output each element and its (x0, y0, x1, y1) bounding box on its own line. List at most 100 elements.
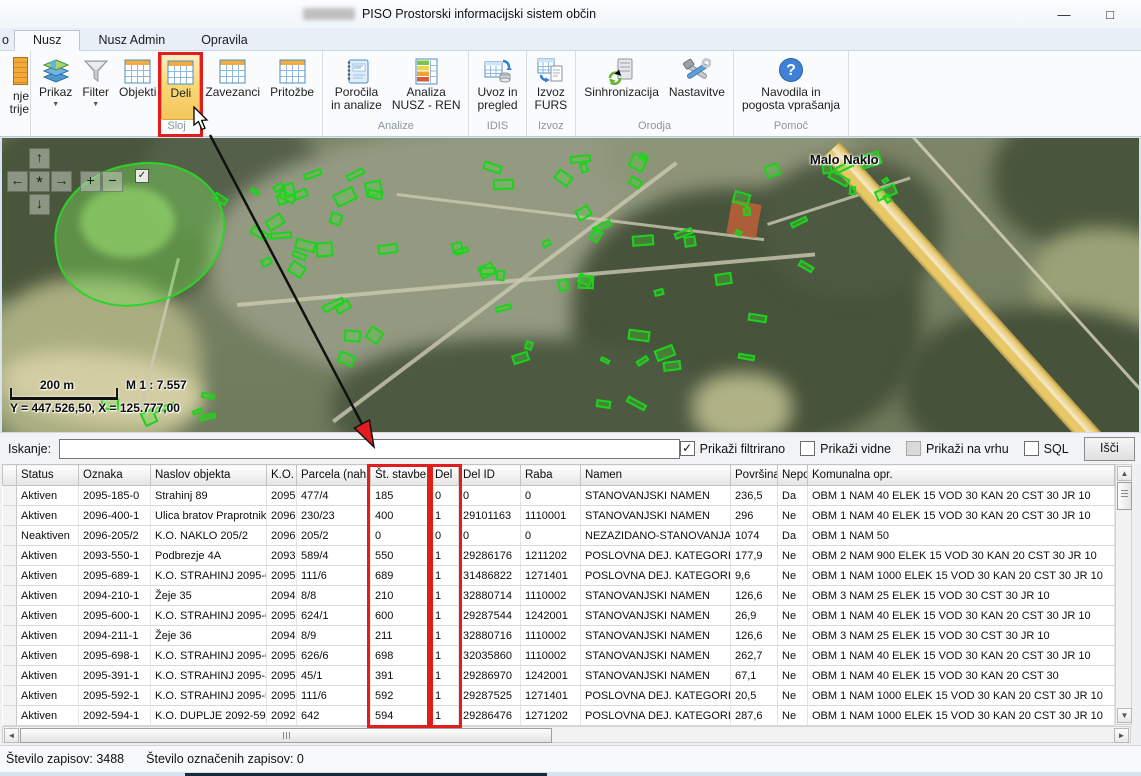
row-selector[interactable] (3, 526, 17, 546)
checkbox-prika-i-filtrirano[interactable]: ✓Prikaži filtrirano (680, 441, 785, 456)
maximize-button[interactable]: □ (1095, 4, 1125, 24)
row-selector[interactable] (3, 586, 17, 606)
tab-nusz-admin[interactable]: Nusz Admin (80, 31, 183, 50)
table-row[interactable]: Aktiven2095-600-1K.O. STRAHINJ 2095-6002… (3, 606, 1115, 626)
row-selector[interactable] (3, 666, 17, 686)
ribbon-button-prito-be[interactable]: Pritožbe (265, 54, 319, 120)
ribbon-button-zavezanci[interactable]: Zavezanci (200, 54, 265, 120)
checkbox-box[interactable] (1024, 441, 1039, 456)
table-cell: 1 (431, 646, 459, 666)
map-parcel (493, 179, 515, 191)
ribbon-clipped-button[interactable]: njetrije (0, 51, 31, 136)
field-patch (692, 373, 792, 432)
column-header-raba[interactable]: Raba (521, 465, 581, 486)
zoom-out-button[interactable]: − (102, 171, 123, 192)
table-row[interactable]: Aktiven2093-550-1Podbrezje 4A2093589/455… (3, 546, 1115, 566)
column-header-namen[interactable]: Namen (581, 465, 731, 486)
map-parcel (849, 186, 857, 195)
horizontal-scrollbar[interactable]: ◄ ► (2, 726, 1131, 743)
map-view[interactable]: Malo Naklo ↑←*→↓+− ✓ 200 m M 1 : 7.557 Y… (2, 138, 1139, 432)
table-cell: 211 (371, 626, 431, 646)
scroll-down-icon[interactable]: ▼ (1117, 708, 1132, 723)
ribbon-button-poro-ila-in-analize[interactable]: Poročilain analize (326, 54, 387, 120)
table-row[interactable]: Aktiven2095-391-1K.O. STRAHINJ 2095-3912… (3, 666, 1115, 686)
ribbon-button-uvoz-in-pregled[interactable]: Uvoz inpregled (472, 54, 522, 120)
ribbon-button-deli[interactable]: Deli (161, 54, 200, 120)
ribbon-button-izvoz-furs[interactable]: IzvozFURS (530, 54, 573, 120)
table-row[interactable]: Aktiven2095-698-1K.O. STRAHINJ 2095-6982… (3, 646, 1115, 666)
checkbox-box[interactable]: ✓ (680, 441, 695, 456)
column-header-komunalna-opr[interactable]: Komunalna opr. (808, 465, 1115, 486)
table-row[interactable]: Aktiven2095-689-1K.O. STRAHINJ 2095-6892… (3, 566, 1115, 586)
pan-left-button[interactable]: ← (7, 171, 28, 192)
table-cell: 600 (371, 606, 431, 626)
table-row[interactable]: Aktiven2096-400-1Ulica bratov Praprotnik… (3, 506, 1115, 526)
checkbox-box[interactable] (906, 441, 921, 456)
column-header-parcela-nah[interactable]: Parcela (nah.) (297, 465, 371, 486)
checkbox-box[interactable] (800, 441, 815, 456)
scroll-right-icon[interactable]: ► (1114, 728, 1129, 743)
table-row[interactable]: Aktiven2095-185-0Strahinj 892095477/4185… (3, 486, 1115, 506)
table-cell: STANOVANJSKI NAMEN (581, 626, 731, 646)
pan-down-button[interactable]: ↓ (29, 194, 50, 215)
column-header-naslov-objekta[interactable]: Naslov objekta (151, 465, 267, 486)
table-cell: 1074 (731, 526, 778, 546)
row-selector[interactable] (3, 686, 17, 706)
ribbon-button-objekti[interactable]: Objekti (114, 54, 161, 120)
zoom-in-button[interactable]: + (80, 171, 101, 192)
table-cell: 45/1 (297, 666, 371, 686)
scroll-up-icon[interactable]: ▲ (1117, 466, 1132, 481)
pan-center-button[interactable]: * (29, 171, 50, 192)
ribbon-button-prikaz[interactable]: Prikaz▼ (34, 54, 77, 120)
ribbon-group-caption: IDIS (472, 120, 522, 135)
checkbox-prika-i-vidne[interactable]: Prikaži vidne (800, 441, 891, 456)
vertical-scrollbar[interactable]: ▲ ▼ (1115, 464, 1132, 725)
search-button[interactable]: Išči (1084, 437, 1135, 461)
table-cell: Aktiven (17, 646, 79, 666)
column-header-oznaka[interactable]: Oznaka (79, 465, 151, 486)
table-row[interactable]: Aktiven2095-592-1K.O. STRAHINJ 2095-5922… (3, 686, 1115, 706)
row-selector[interactable] (3, 546, 17, 566)
map-checkbox[interactable]: ✓ (135, 169, 149, 183)
column-header-nepo[interactable]: Nepo (778, 465, 808, 486)
column-header-k-o[interactable]: K.O. (267, 465, 297, 486)
ribbon-button-navodila-in-pogosta-vpra-anja[interactable]: ?Navodila inpogosta vprašanja (737, 54, 845, 120)
row-selector[interactable] (3, 626, 17, 646)
column-header-status[interactable]: Status (17, 465, 79, 486)
table-cell: STANOVANJSKI NAMEN (581, 666, 731, 686)
table-row[interactable]: Aktiven2092-594-1K.O. DUPLJE 2092-594209… (3, 706, 1115, 726)
search-input[interactable] (59, 439, 680, 459)
tab-nusz[interactable]: Nusz (14, 30, 80, 51)
column-header-del[interactable]: Del (431, 465, 459, 486)
checkbox-prika-i-na-vrhu[interactable]: Prikaži na vrhu (906, 441, 1009, 456)
table-cell: 20,5 (731, 686, 778, 706)
ribbon-button-filter[interactable]: Filter▼ (77, 54, 114, 120)
row-selector[interactable] (3, 506, 17, 526)
pan-up-button[interactable]: ↑ (29, 148, 50, 169)
column-header-t-stavbe[interactable]: Št. stavbe (371, 465, 431, 486)
horizontal-scroll-thumb[interactable] (20, 728, 552, 743)
table-cell: 1 (431, 686, 459, 706)
ribbon-button-analiza-nusz-ren[interactable]: AnalizaNUSZ - REN (387, 54, 466, 120)
row-selector[interactable] (3, 706, 17, 726)
row-selector[interactable] (3, 486, 17, 506)
table-row[interactable]: Aktiven2094-211-1Žeje 3620948/9211132880… (3, 626, 1115, 646)
pan-right-button[interactable]: → (51, 171, 72, 192)
column-header-del-id[interactable]: Del ID (459, 465, 521, 486)
ribbon-button-nastavitve[interactable]: Nastavitve (664, 54, 730, 120)
column-header-povr-ina[interactable]: Površina (731, 465, 778, 486)
row-selector[interactable] (3, 646, 17, 666)
minimize-button[interactable]: — (1049, 4, 1079, 24)
row-selector[interactable] (3, 566, 17, 586)
tab-opravila[interactable]: Opravila (183, 31, 266, 50)
ribbon-button-sinhronizacija[interactable]: Sinhronizacija (579, 54, 664, 120)
table-cell: 2092-594-1 (79, 706, 151, 726)
checkbox-sql[interactable]: SQL (1024, 441, 1069, 456)
scroll-left-icon[interactable]: ◄ (4, 728, 19, 743)
table-row[interactable]: Neaktiven2096-205/2K.O. NAKLO 205/220962… (3, 526, 1115, 546)
table-row[interactable]: Aktiven2094-210-1Žeje 3520948/8210132880… (3, 586, 1115, 606)
row-selector[interactable] (3, 606, 17, 626)
table-cell: 2096-205/2 (79, 526, 151, 546)
vertical-scroll-thumb[interactable] (1117, 482, 1132, 510)
tab-partial[interactable]: o (0, 31, 14, 50)
